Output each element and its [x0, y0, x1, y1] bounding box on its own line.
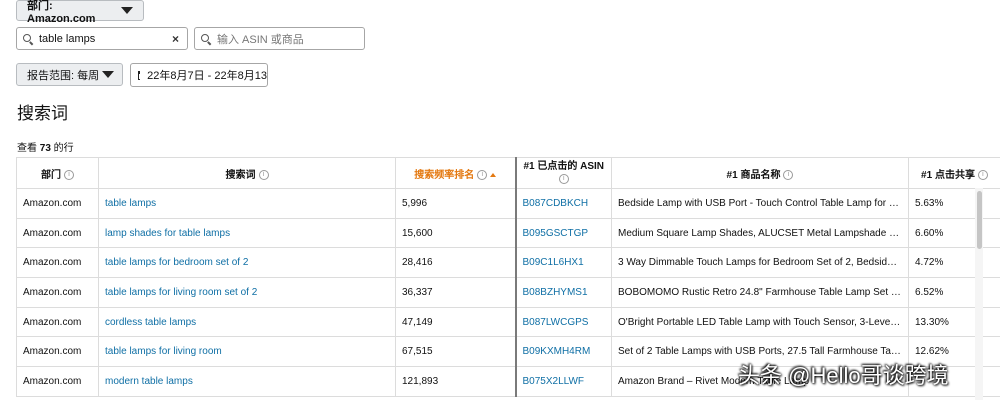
cell-department: Amazon.com — [16, 188, 99, 219]
calendar-icon — [138, 70, 147, 80]
table-header-row: 部门 i 搜索词 i 搜索频率排名 i #1 已点击的 ASIN i #1 商品名称 i … — [16, 157, 1000, 189]
col-header-top-product-title[interactable]: #1 商品名称 i — [611, 157, 909, 189]
cell-click-share: 6.60% — [908, 218, 1000, 249]
info-icon[interactable]: i — [558, 174, 569, 185]
cell-asin-link[interactable]: B095GSCTGP — [514, 218, 612, 249]
report-range-dropdown[interactable]: 报告范围: 每周 — [16, 63, 123, 86]
cell-rank: 67,515 — [395, 336, 516, 368]
cell-department: Amazon.com — [16, 336, 99, 368]
cell-department: Amazon.com — [16, 277, 99, 308]
cell-search-term-link[interactable]: cordless table lamps — [98, 307, 396, 338]
info-icon[interactable]: i — [258, 169, 269, 180]
table-row: Amazon.com lamp shades for table lamps 1… — [16, 218, 1000, 249]
page-title: 搜索词 — [17, 104, 68, 123]
cell-department: Amazon.com — [16, 218, 99, 249]
table-row: Amazon.com cordless table lamps 47,149 B… — [16, 307, 1000, 338]
report-range-label: 报告范围: 每周 — [27, 69, 100, 82]
cell-click-share: 13.30% — [908, 307, 1000, 338]
cell-search-term-link[interactable]: table lamps for living room — [98, 336, 396, 368]
cell-search-term-link[interactable]: table lamps for bedroom set of 2 — [98, 247, 396, 279]
cell-department: Amazon.com — [16, 307, 99, 338]
info-icon[interactable]: i — [977, 169, 988, 180]
cell-rank: 36,337 — [395, 277, 516, 308]
cell-rank: 15,600 — [395, 218, 516, 249]
clear-search-button[interactable]: × — [172, 32, 179, 46]
cell-department: Amazon.com — [16, 366, 99, 397]
asin-search-placeholder: 输入 ASIN 或商品 — [217, 33, 304, 46]
col-header-top-click-share[interactable]: #1 点击共享 i — [908, 157, 1000, 189]
cell-click-share: 4.72% — [908, 247, 1000, 279]
row-count: 查看 73 的行 — [17, 143, 74, 154]
info-icon[interactable]: i — [783, 169, 794, 180]
date-range-picker[interactable]: 22年8月7日 - 22年8月13 — [130, 63, 268, 87]
search-input[interactable]: table lamps × — [16, 27, 188, 50]
search-icon — [201, 33, 211, 44]
sort-ascending-icon — [490, 172, 497, 177]
cell-asin-link[interactable]: B087LWCGPS — [514, 307, 612, 338]
date-range-value: 22年8月7日 - 22年8月13 — [147, 70, 267, 82]
cell-product-title: 3 Way Dimmable Touch Lamps for Bedroom S… — [611, 247, 909, 279]
cell-department: Amazon.com — [16, 247, 99, 279]
cell-product-title: Medium Square Lamp Shades, ALUCSET Metal… — [611, 218, 909, 249]
cell-search-term-link[interactable]: table lamps — [98, 188, 396, 219]
table-row: Amazon.com table lamps for living room s… — [16, 277, 1000, 308]
cell-search-term-link[interactable]: modern table lamps — [98, 366, 396, 397]
cell-search-term-link[interactable]: table lamps for living room set of 2 — [98, 277, 396, 308]
chevron-down-icon — [102, 71, 114, 78]
cell-click-share: 6.52% — [908, 277, 1000, 308]
table-scrollbar-thumb[interactable] — [977, 191, 982, 249]
cell-product-title: O'Bright Portable LED Table Lamp with To… — [611, 307, 909, 338]
table-row: Amazon.com table lamps for bedroom set o… — [16, 247, 1000, 279]
department-label: 部门: Amazon.com — [27, 0, 96, 25]
info-icon[interactable]: i — [477, 169, 488, 180]
cell-asin-link[interactable]: B087CDBKCH — [514, 188, 612, 219]
cell-rank: 121,893 — [395, 366, 516, 397]
cell-click-share: 5.63% — [908, 188, 1000, 219]
cell-asin-link[interactable]: B09KXMH4RM — [514, 336, 612, 368]
cell-rank: 28,416 — [395, 247, 516, 279]
col-header-top-clicked-asin[interactable]: #1 已点击的 ASIN i — [514, 157, 612, 189]
table-row: Amazon.com table lamps 5,996 B087CDBKCH … — [16, 188, 1000, 219]
col-header-search-frequency-rank[interactable]: 搜索频率排名 i — [395, 157, 516, 189]
cell-asin-link[interactable]: B08BZHYMS1 — [514, 277, 612, 308]
info-icon[interactable]: i — [64, 169, 74, 180]
col-header-department[interactable]: 部门 i — [16, 157, 99, 189]
search-value: table lamps — [39, 32, 96, 45]
cell-asin-link[interactable]: B09C1L6HX1 — [514, 247, 612, 279]
cell-search-term-link[interactable]: lamp shades for table lamps — [98, 218, 396, 249]
cell-asin-link[interactable]: B075X2LLWF — [514, 366, 612, 397]
cell-rank: 5,996 — [395, 188, 516, 219]
col-header-search-term[interactable]: 搜索词 i — [98, 157, 396, 189]
cell-product-title: Bedside Lamp with USB Port - Touch Contr… — [611, 188, 909, 219]
cell-product-title: BOBOMOMO Rustic Retro 24.8" Farmhouse Ta… — [611, 277, 909, 308]
search-icon — [23, 33, 33, 44]
department-dropdown[interactable]: 部门: Amazon.com — [16, 0, 144, 25]
watermark: 头条 @Hello哥谈跨境 — [738, 363, 949, 388]
chevron-down-icon — [121, 7, 133, 14]
asin-search-input[interactable]: 输入 ASIN 或商品 — [194, 27, 365, 50]
cell-rank: 47,149 — [395, 307, 516, 338]
